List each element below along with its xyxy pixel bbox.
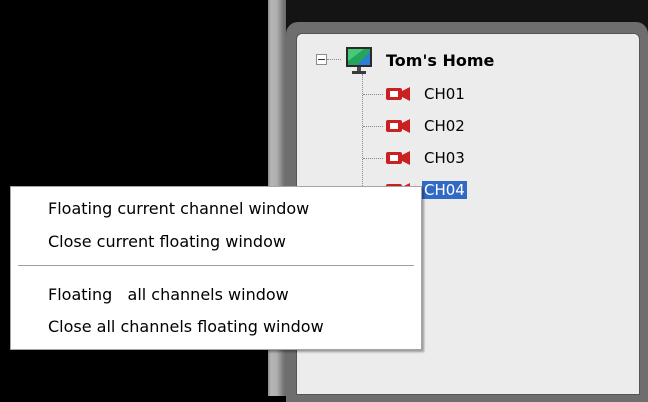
menu-item-floating-current-channel[interactable]: Floating current channel window	[48, 199, 309, 219]
menu-separator	[18, 265, 414, 267]
menu-item-close-all-floating[interactable]: Close all channels floating window	[48, 317, 324, 337]
camera-icon	[386, 119, 410, 133]
tree-line	[362, 74, 363, 192]
tree-item-ch02[interactable]: CH02	[424, 117, 465, 135]
tree-line	[363, 158, 383, 159]
context-menu: Floating current channel window Close cu…	[10, 186, 422, 350]
tree-item-ch03[interactable]: CH03	[424, 149, 465, 167]
menu-item-close-current-floating[interactable]: Close current floating window	[48, 232, 286, 252]
camera-icon	[386, 151, 410, 165]
tree-line	[327, 59, 341, 60]
tree-collapse-toggle[interactable]	[316, 54, 327, 65]
monitor-icon	[346, 47, 372, 74]
tree-item-ch01[interactable]: CH01	[424, 85, 465, 103]
device-root-label[interactable]: Tom's Home	[386, 52, 494, 70]
menu-item-floating-all-channels[interactable]: Floating all channels window	[48, 285, 289, 305]
tree-line	[363, 94, 383, 95]
tree-item-ch04[interactable]: CH04	[422, 181, 467, 199]
camera-icon	[386, 87, 410, 101]
tree-line	[363, 126, 383, 127]
